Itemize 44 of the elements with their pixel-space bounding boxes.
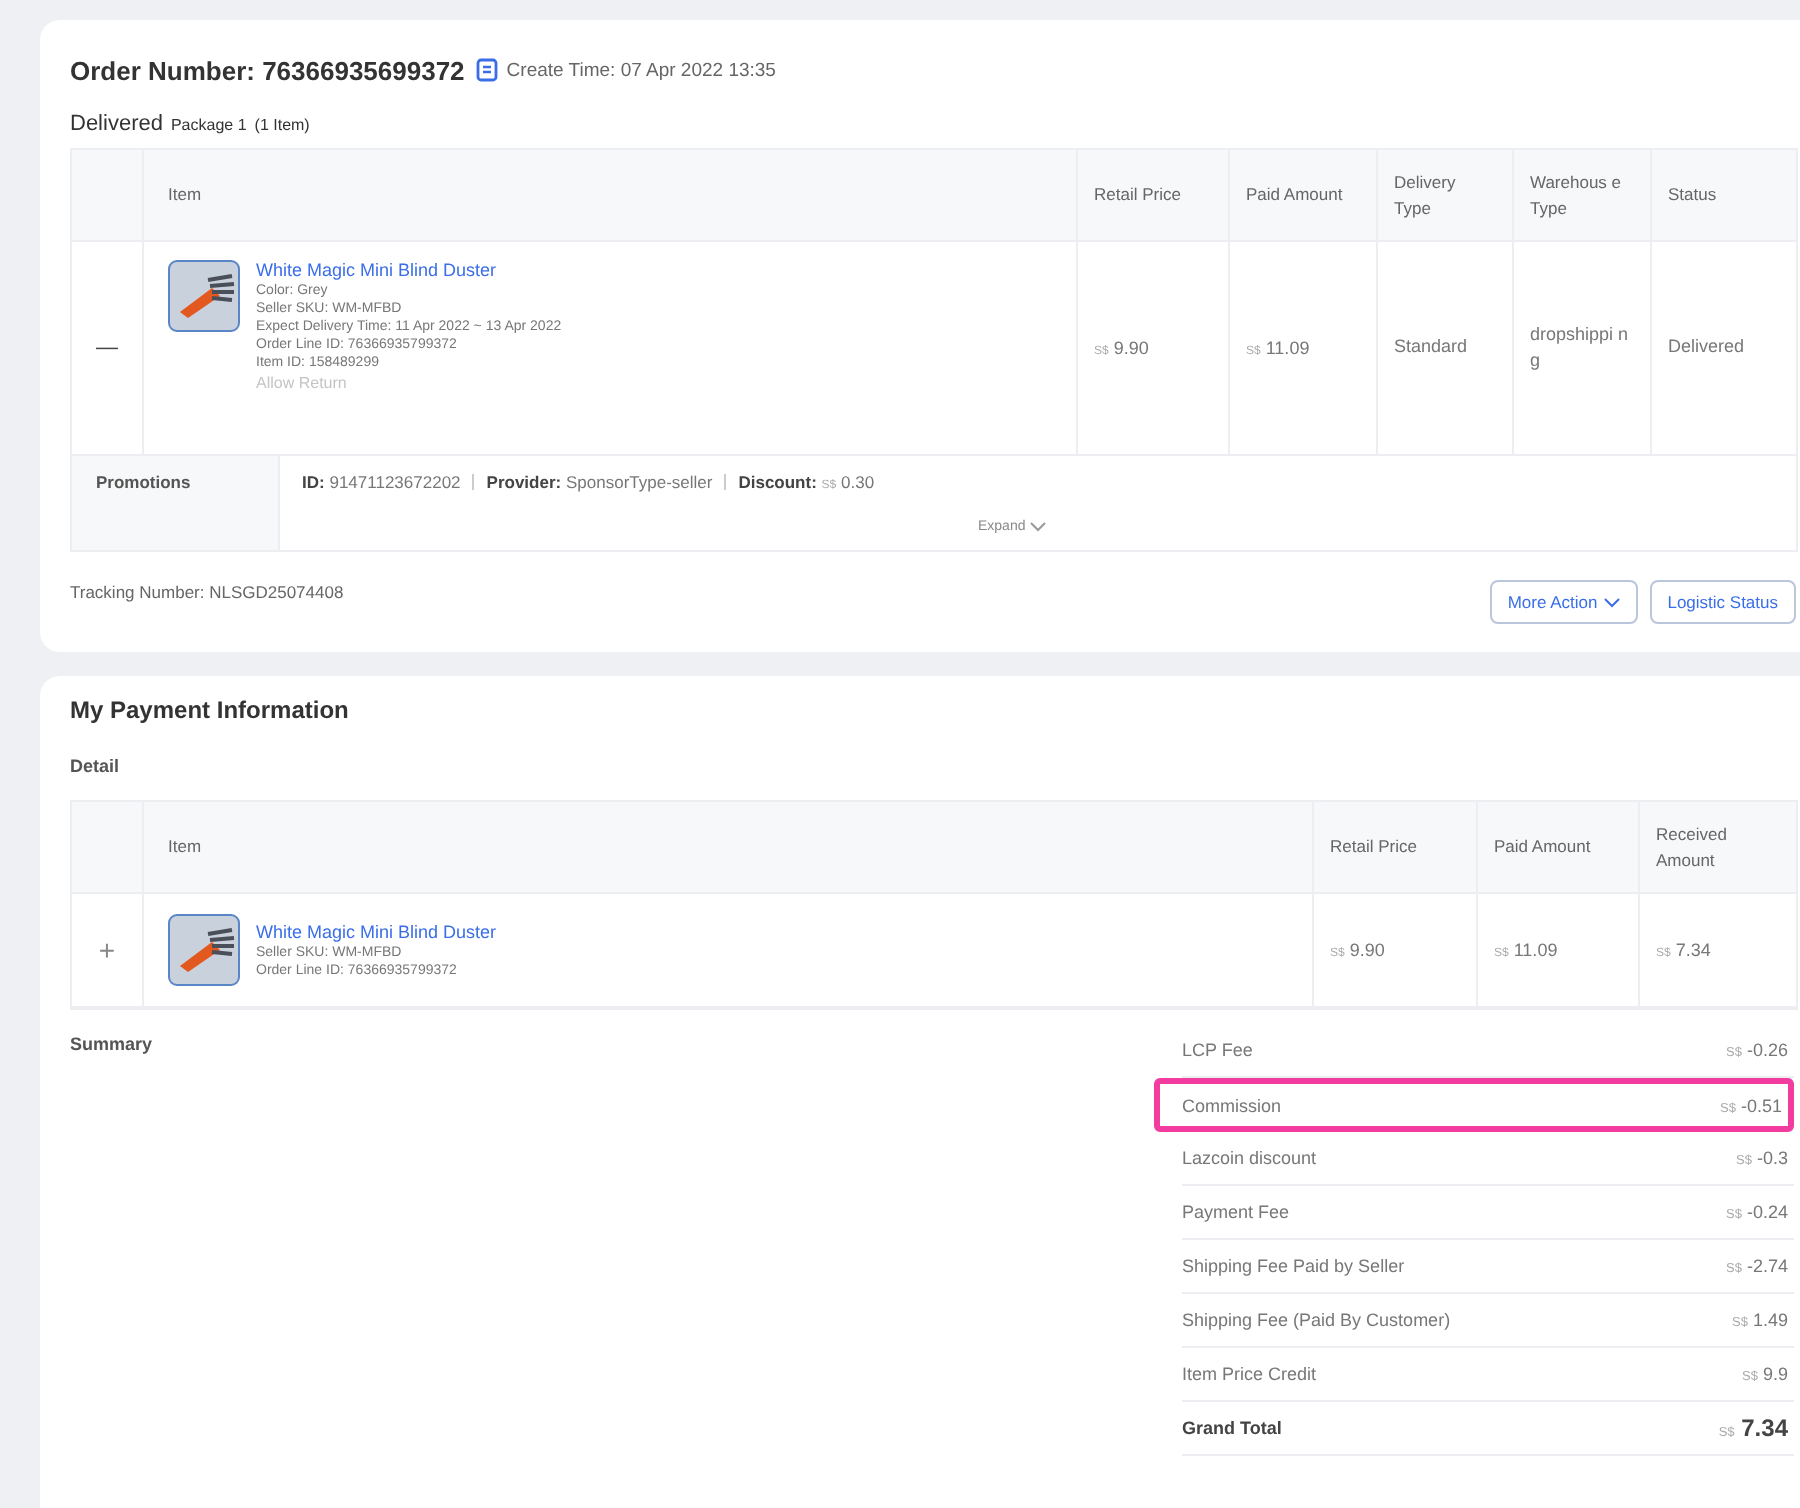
column-header: Delivery Type [1376,150,1512,240]
column-header: Status [1650,150,1796,240]
summary-label-text: Item Price Credit [1182,1364,1317,1384]
summary-label-text: Lazcoin discount [1182,1148,1317,1168]
warehouse-type: dropshippi ng [1530,321,1631,374]
detail-label: Detail [70,756,122,776]
product-name-link[interactable]: White Magic Mini Blind Duster [256,922,497,942]
order-number: Order Number: 76366935699372 [70,55,465,85]
summary-label-text: Commission [1182,1095,1282,1115]
summary-label-text: LCP Fee [1182,1040,1253,1060]
expand-toggle[interactable]: + [98,934,116,966]
section-title: My Payment Information [70,696,351,724]
summary-label-text: Shipping Fee (Paid By Customer) [1182,1310,1451,1330]
summary-label-text: Payment Fee [1182,1202,1290,1222]
chevron-down-icon [1029,522,1046,532]
column-header: Received Amount [1638,802,1796,892]
product-thumbnail [168,914,240,986]
column-header: Paid Amount [1228,150,1376,240]
create-time: Create Time: 07 Apr 2022 13:35 [506,59,776,81]
tracking-number: Tracking Number: NLSGD25074408 [70,582,344,602]
promotion-detail: ID: 91471123672202 [302,472,461,492]
column-header: Item [142,802,1312,892]
package-label: Package 1 [170,116,247,134]
column-header: Warehous e Type [1512,150,1650,240]
promotions-label: Promotions [96,472,191,496]
copy-icon[interactable] [476,58,499,82]
column-header: Retail Price [1076,150,1228,240]
product-name-link[interactable]: White Magic Mini Blind Duster [256,260,562,280]
column-header: Retail Price [1312,802,1476,892]
summary-label-text: Shipping Fee Paid by Seller [1182,1256,1405,1276]
action-button[interactable]: Logistic Status [1649,580,1796,624]
item-status: Delivered [1668,334,1747,361]
column-header: Paid Amount [1476,802,1638,892]
column-header: Item [142,150,1076,240]
action-button[interactable]: More Action [1489,580,1638,624]
product-thumbnail [168,260,240,332]
summary-label-text: Grand Total [1182,1418,1282,1438]
summary-label: Summary [70,1034,155,1058]
package-status: Delivered [70,112,163,136]
item-count: (1 Item) [254,116,310,134]
promotion-detail: Provider: SponsorType-seller [486,472,713,492]
delivery-type: Standard [1394,334,1470,361]
collapse-toggle[interactable]: — [96,336,118,360]
caret-icon [1603,597,1620,607]
